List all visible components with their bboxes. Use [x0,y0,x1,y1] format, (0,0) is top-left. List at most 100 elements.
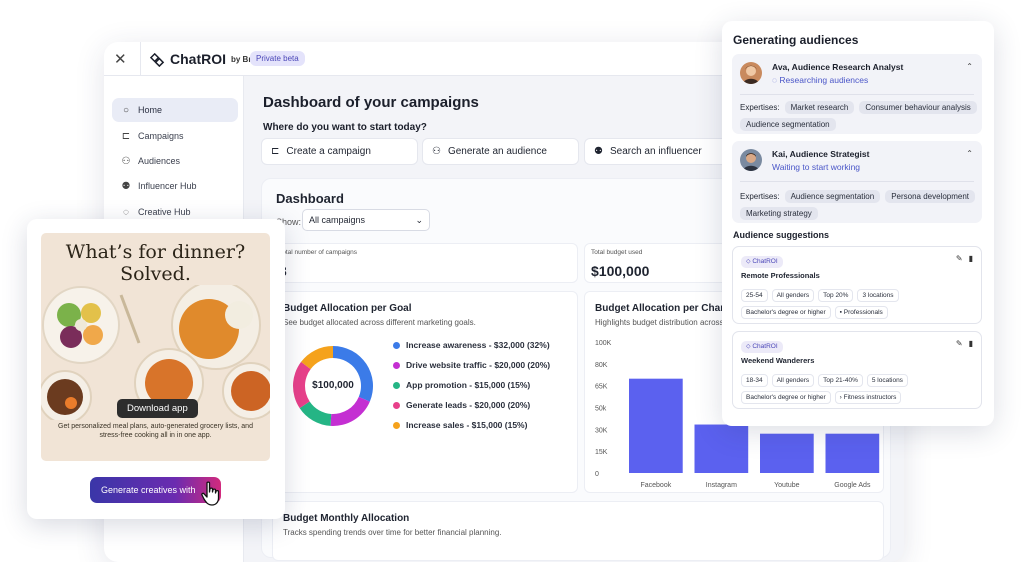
donut-slice [330,396,370,426]
users-icon: ⚇ [432,146,441,157]
expertise-tags: Expertises: Audience segmentation Person… [740,190,980,220]
x-tick-label: Google Ads [834,482,871,489]
legend-label: Increase sales - $15,000 (15%) [406,420,528,430]
campaign-filter-select[interactable]: All campaigns ⌄ [302,209,430,231]
sidebar-item-audiences[interactable]: ⚇ Audiences [112,149,238,173]
monthly-allocation-card: Budget Monthly Allocation Tracks spendin… [272,501,884,561]
audience-suggestion-card[interactable]: ⬦ ChatROI ✎ ▮ Weekend Wanderers 18-34 All… [732,331,982,409]
users-icon: ⚇ [121,155,131,167]
panel-title: Generating audiences [733,33,859,47]
x-tick-label: Facebook [640,482,671,489]
creative-preview-card: What’s for dinner? Solved. Download app G… [27,219,285,519]
ad-body-text: Get personalized meal plans, auto-genera… [58,423,253,439]
y-tick-label: 0 [595,471,599,478]
chevron-up-icon[interactable]: ⌃ [966,149,973,158]
bar [694,424,749,473]
chatroi-chip: ⬦ ChatROI [741,341,783,353]
suggestions-title: Audience suggestions [733,230,830,240]
audience-tag-text: Fitness instructors [843,394,897,401]
megaphone-icon: ⊏ [271,146,280,157]
bar [629,378,683,473]
legend-label: Generate leads - $20,000 (20%) [406,400,531,410]
avatar [740,149,762,171]
megaphone-icon: ⊏ [121,130,131,142]
legend-swatch [393,341,400,349]
dashboard-title: Dashboard [276,191,344,206]
stat-value: $100,000 [591,263,650,279]
ad-headline-line2: Solved. [120,263,191,285]
legend-item: App promotion - $15,000 (15%) [393,380,530,390]
audience-tag: Bachelor's degree or higher [741,391,831,404]
y-tick-label: 100K [595,340,612,347]
sidebar-item-campaigns[interactable]: ⊏ Campaigns [112,124,238,148]
audience-tag: Top 21-40% [818,374,863,387]
generate-audience-button[interactable]: ⚇ Generate an audience [422,138,579,165]
audience-tag: 3 locations [857,289,899,302]
edit-icon[interactable]: ✎ [956,339,963,348]
expertises-label: Expertises: [740,192,780,201]
create-campaign-button[interactable]: ⊏ Create a campaign [261,138,418,165]
sidebar-item-home[interactable]: ○ Home [112,98,238,122]
audience-tag: Top 20% [818,289,854,302]
legend-label: App promotion - $15,000 (15%) [406,380,531,390]
legend-label: Increase awareness - $32,000 (32%) [406,340,550,350]
home-icon: ○ [122,104,130,116]
close-icon[interactable]: ✕ [114,50,127,68]
generating-audiences-panel: Generating audiences Ava, Audience Resea… [722,21,994,426]
stat-label: Total budget used [591,249,643,256]
legend-item: Drive website traffic - $20,000 (20%) [393,360,550,370]
action-label: Search an influencer [609,146,702,157]
edit-icon[interactable]: ✎ [956,254,963,263]
stat-total-campaigns: Total number of campaigns 3 [272,243,578,283]
stat-label: Total number of campaigns [279,249,358,256]
card-subtitle: See budget allocated across different ma… [283,318,476,327]
audience-suggestion-card[interactable]: ⬦ ChatROI ✎ ▮ Remote Professionals 25-54 … [732,246,982,324]
divider [140,42,141,76]
expertise-tag: Audience segmentation [784,190,881,203]
y-tick-label: 30K [595,427,608,434]
chatroi-chip: ⬦ ChatROI [741,256,783,268]
avatar [740,62,762,84]
agent-name: Ava, Audience Research Analyst [772,62,904,72]
y-tick-label: 15K [595,449,608,456]
expertise-tag: Persona development [885,190,976,203]
y-tick-label: 65K [595,384,608,391]
audience-tag: 18-34 [741,374,768,387]
legend-swatch [393,401,400,409]
chip-label: ChatROI [752,343,778,350]
agent-status: ◌ Researching audiences [772,75,868,85]
bookmark-icon[interactable]: ▮ [969,339,973,348]
filter-value: All campaigns [309,215,366,225]
bookmark-icon[interactable]: ▮ [969,254,973,263]
audience-tag: ▪ Professionals [834,306,888,319]
y-tick-label: 80K [595,362,608,369]
bar [760,433,814,473]
audience-tags: 25-54 All genders Top 20% 3 locations Ba… [741,289,977,319]
influencer-icon: ⚉ [121,180,131,192]
expertise-tags: Expertises: Market research Consumer beh… [740,101,980,131]
legend-item: Generate leads - $20,000 (20%) [393,400,530,410]
ad-headline-line1: What’s for dinner? [65,241,246,263]
download-app-button[interactable]: Download app [117,399,198,418]
agent-status: Waiting to start working [772,162,861,172]
audience-name: Weekend Wanderers [741,356,815,365]
influencer-icon: ⚉ [594,146,603,157]
ad-creative-image: What’s for dinner? Solved. Download app G… [41,233,270,461]
card-title: Budget Allocation per Channel [595,303,741,314]
card-title: Budget Allocation per Goal [283,303,412,314]
brand-name: ChatROI [170,51,226,67]
sidebar-item-influencer-hub[interactable]: ⚉ Influencer Hub [112,174,238,198]
logo-icon [150,52,165,67]
card-title: Budget Monthly Allocation [283,513,410,524]
legend-item: Increase sales - $15,000 (15%) [393,420,527,430]
legend-label: Drive website traffic - $20,000 (20%) [406,360,551,370]
generate-creatives-label: Generate creatives with [101,485,196,495]
page-subtitle: Where do you want to start today? [263,122,427,133]
y-tick-label: 50k [595,406,607,413]
search-influencer-button[interactable]: ⚉ Search an influencer [584,138,741,165]
brand-logo: ChatROI by Bryj [150,51,258,67]
audience-tag: Bachelor's degree or higher [741,306,831,319]
audience-tag: All genders [771,289,815,302]
chevron-up-icon[interactable]: ⌃ [966,62,973,71]
legend-swatch [393,421,400,429]
